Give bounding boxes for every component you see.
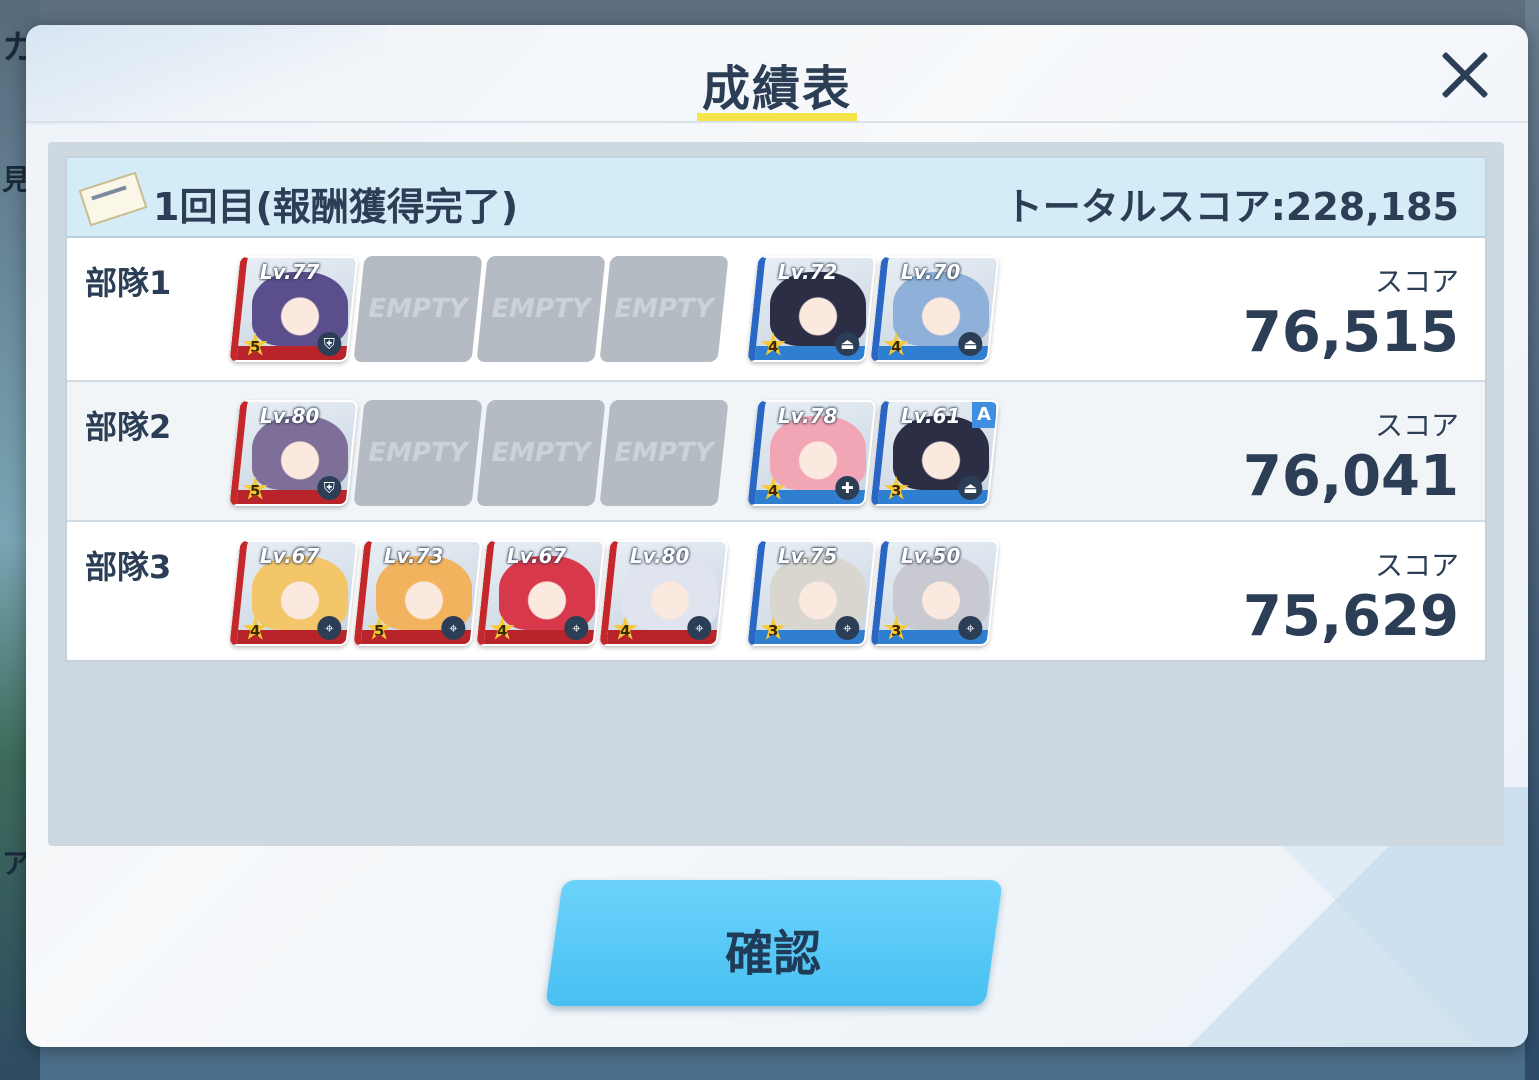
- striker-character-card[interactable]: Lv.77 5 ⛨: [229, 256, 359, 362]
- character-level: Lv.70: [900, 260, 961, 284]
- shield-icon: ⛨: [317, 332, 342, 356]
- confirm-label: 確認: [725, 926, 822, 982]
- character-level: Lv.67: [506, 544, 567, 568]
- character-level: Lv.61: [900, 404, 961, 428]
- team-name: 部隊1: [85, 264, 172, 302]
- score-label: スコア: [1374, 549, 1459, 582]
- team-score: 76,515: [1242, 300, 1459, 365]
- ticket-icon: [78, 171, 148, 227]
- team-name: 部隊2: [85, 408, 172, 446]
- total-score: トータルスコア:228,185: [1004, 185, 1459, 229]
- support-icon: ⏏: [835, 332, 860, 356]
- striker-character-card[interactable]: Lv.67 4 ⌖: [476, 540, 606, 646]
- character-level: Lv.73: [383, 544, 444, 568]
- character-level: Lv.77: [259, 260, 320, 284]
- results-panel: 1回目(報酬獲得完了) トータルスコア:228,185 部隊1 スコア 76,515…: [48, 142, 1504, 846]
- striker-character-card[interactable]: Lv.67 4 ⌖: [229, 540, 359, 646]
- crosshair-icon: ⌖: [564, 616, 589, 640]
- team-row: 部隊3 スコア 75,629 Lv.67 4 ⌖ Lv.73 5 ⌖ Lv.67 4 ⌖ Lv.80 4 ⌖…: [67, 520, 1485, 660]
- heal-icon: ✚: [835, 476, 860, 500]
- special-character-card[interactable]: Lv.61 3 ⏏ A: [870, 400, 1000, 506]
- empty-slot: EMPTY: [599, 400, 729, 506]
- empty-label: EMPTY: [491, 294, 591, 324]
- empty-label: EMPTY: [614, 438, 714, 468]
- special-character-card[interactable]: Lv.78 4 ✚: [747, 400, 877, 506]
- round-label: 1回目(報酬獲得完了): [153, 185, 519, 229]
- empty-slot: EMPTY: [476, 400, 606, 506]
- crosshair-icon: ⌖: [687, 616, 712, 640]
- close-icon[interactable]: [1438, 47, 1494, 103]
- empty-slot: EMPTY: [599, 256, 729, 362]
- crosshair-icon: ⌖: [958, 616, 983, 640]
- empty-label: EMPTY: [368, 294, 468, 324]
- character-level: Lv.80: [629, 544, 690, 568]
- team-row: 部隊2 スコア 76,041 Lv.80 5 ⛨ EMPTY EMPTY EMPTY Lv.78 4…: [67, 380, 1485, 520]
- character-level: Lv.80: [259, 404, 320, 428]
- title-underline: [697, 113, 857, 121]
- striker-character-card[interactable]: Lv.80 5 ⛨: [229, 400, 359, 506]
- support-icon: ⏏: [958, 332, 983, 356]
- confirm-button[interactable]: 確認: [545, 880, 1003, 1006]
- crosshair-icon: ⌖: [441, 616, 466, 640]
- team-score: 75,629: [1242, 584, 1459, 649]
- score-label: スコア: [1374, 265, 1459, 298]
- empty-label: EMPTY: [491, 438, 591, 468]
- modal-header: 成績表: [26, 25, 1528, 123]
- character-level: Lv.50: [900, 544, 961, 568]
- character-level: Lv.67: [259, 544, 320, 568]
- round-header: 1回目(報酬獲得完了) トータルスコア:228,185: [67, 158, 1485, 238]
- special-character-card[interactable]: Lv.70 4 ⏏: [870, 256, 1000, 362]
- crosshair-icon: ⌖: [835, 616, 860, 640]
- empty-slot: EMPTY: [353, 256, 483, 362]
- character-level: Lv.75: [777, 544, 838, 568]
- team-row: 部隊1 スコア 76,515 Lv.77 5 ⛨ EMPTY EMPTY EMPTY Lv.72 4…: [67, 238, 1485, 378]
- score-modal: 成績表 1回目(報酬獲得完了) トータルスコア:228,185 部隊1 スコア 76…: [26, 25, 1528, 1047]
- round-card: 1回目(報酬獲得完了) トータルスコア:228,185 部隊1 スコア 76,515…: [65, 156, 1487, 662]
- assist-badge: A: [971, 402, 996, 428]
- crosshair-icon: ⌖: [317, 616, 342, 640]
- shield-icon: ⛨: [317, 476, 342, 500]
- special-character-card[interactable]: Lv.50 3 ⌖: [870, 540, 1000, 646]
- team-name: 部隊3: [85, 548, 172, 586]
- character-level: Lv.78: [777, 404, 838, 428]
- empty-label: EMPTY: [614, 294, 714, 324]
- empty-label: EMPTY: [368, 438, 468, 468]
- empty-slot: EMPTY: [353, 400, 483, 506]
- score-label: スコア: [1374, 409, 1459, 442]
- special-character-card[interactable]: Lv.72 4 ⏏: [747, 256, 877, 362]
- team-score: 76,041: [1242, 444, 1459, 509]
- striker-character-card[interactable]: Lv.80 4 ⌖: [599, 540, 729, 646]
- character-level: Lv.72: [777, 260, 838, 284]
- modal-title: 成績表: [701, 61, 852, 117]
- special-character-card[interactable]: Lv.75 3 ⌖: [747, 540, 877, 646]
- striker-character-card[interactable]: Lv.73 5 ⌖: [353, 540, 483, 646]
- support-icon: ⏏: [958, 476, 983, 500]
- empty-slot: EMPTY: [476, 256, 606, 362]
